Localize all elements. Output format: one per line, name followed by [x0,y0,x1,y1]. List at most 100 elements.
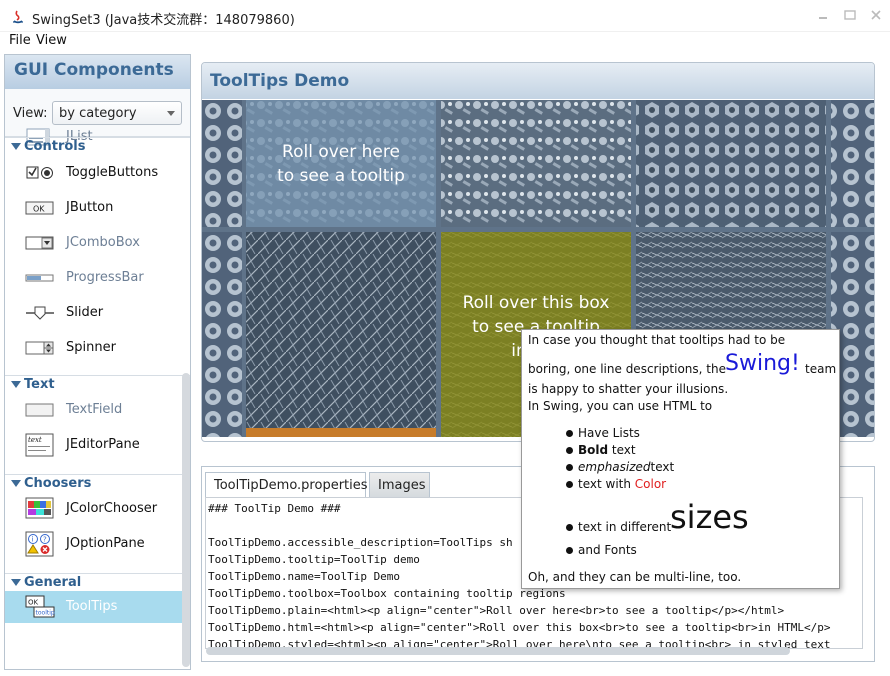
code-line: ToolTipDemo.tooltip=ToolTip demo [208,553,420,566]
code-line: ToolTipDemo.plain=<html><p align="center… [208,604,785,617]
svg-text:OK: OK [33,205,45,214]
category-label: General [24,575,82,590]
tooltip-text: Oh, and they can be multi-line, too. [528,570,742,584]
horizontal-scrollbar[interactable] [206,647,790,655]
tooltip-list-item: and Fonts [578,543,637,557]
java-app-icon [13,10,23,24]
tooltip-text: In Swing, you can use HTML to [528,399,713,413]
tree-item-togglebuttons[interactable]: ToggleButtons [5,157,182,189]
bullet-icon [566,524,573,531]
code-line: ToolTipDemo.toolbox=Toolbox containing t… [208,587,566,600]
tooltip-color-text: Color [634,477,667,491]
rollover-text-line: Roll over this box [462,293,610,313]
view-label: View: [13,106,48,121]
component-tree: JList Controls ToggleButtons OK JButton [5,128,190,669]
tree-item-label: TextField [66,402,123,417]
view-select-value: by category [59,106,137,121]
tree-item-jeditorpane[interactable]: text JEditorPane [5,429,182,461]
bullet-icon [566,430,573,437]
tooltip-icon: OK tooltip [25,595,55,618]
code-line: ToolTipDemo.accessible_description=ToolT… [208,536,513,549]
color-chooser-icon [25,497,54,519]
category-label: Text [24,377,55,392]
tree-item-joptionpane[interactable]: i ? JOptionPane [5,528,182,560]
expand-arrow-icon [11,143,21,150]
tooltip-list-text: text [650,460,675,474]
menu-bar: File View [0,32,890,52]
tree-item-jcolorchooser[interactable]: JColorChooser [5,493,182,525]
svg-text:tooltip: tooltip [36,610,55,617]
code-line: ToolTipDemo.name=ToolTip Demo [208,570,401,583]
bullet-icon [566,464,573,471]
navigator-title: GUI Components [14,60,174,80]
tab-properties[interactable]: ToolTipDemo.properties [205,472,368,497]
tree-item-label: JComboBox [66,235,140,250]
category-label: Controls [24,139,86,154]
tree-item-label: ProgressBar [66,270,144,285]
progress-bar-icon [25,274,54,282]
tooltip-bold-text: Bold [578,443,609,457]
tooltip-text: is happy to shatter your illusions. [528,382,729,396]
tree-item-textfield[interactable]: TextField [5,394,182,426]
component-navigator: GUI Components View: by category JList C… [4,54,191,670]
chevron-down-icon [167,111,175,116]
tree-item-label: JEditorPane [66,437,140,452]
expand-arrow-icon [11,579,21,586]
combobox-icon [25,236,54,250]
category-label: Choosers [24,476,92,491]
tree-item-jbutton[interactable]: OK JButton [5,192,182,224]
demo-title: ToolTips Demo [210,71,350,91]
svg-text:text: text [28,436,42,444]
close-icon[interactable] [868,8,884,22]
tree-item-slider[interactable]: Slider [5,297,182,329]
tree-item-tooltips[interactable]: OK tooltip ToolTips [5,591,182,623]
spinner-icon [25,341,54,355]
html-tooltip: In case you thought that tooltips had to… [521,329,840,589]
tree-item-label: JButton [66,200,114,215]
tree-category-general[interactable]: General [5,573,190,591]
tooltip-text: In case you thought that tooltips had to… [528,333,786,347]
tooltip-list-item: Bold text [578,443,636,457]
tooltip-list-item: emphasizedtext [578,460,674,474]
code-line: ### ToolTip Demo ### [208,502,341,515]
button-icon: OK [25,201,54,215]
maximize-icon[interactable] [842,8,858,22]
tree-category-choosers[interactable]: Choosers [5,474,190,492]
tooltip-list-item: Have Lists [578,426,640,440]
code-line: ToolTipDemo.html=<html><p align="center"… [208,621,831,634]
expand-arrow-icon [11,480,21,487]
tree-item-label: ToggleButtons [66,165,159,180]
menu-file[interactable]: File [9,33,31,48]
window-title: SwingSet3 (Java技术交流群：148079860) [32,13,295,28]
svg-text:OK: OK [28,599,39,607]
tree-item-jcombobox[interactable]: JComboBox [5,227,182,259]
tree-item-spinner[interactable]: Spinner [5,332,182,364]
tree-category-controls[interactable]: Controls [5,137,190,155]
vertical-scrollbar[interactable] [182,373,190,667]
tooltip-list-text: text [608,443,636,457]
slider-icon [26,306,54,320]
toggle-buttons-icon [26,166,53,179]
svg-text:?: ? [43,536,47,544]
option-pane-icon: i ? [25,531,54,557]
minimize-icon[interactable] [816,8,832,22]
tree-item-label: JColorChooser [66,501,158,516]
tree-item-label: ToolTips [66,599,118,614]
editor-pane-icon: text [25,433,54,457]
tooltip-text: boring, one line descriptions, the [528,362,726,376]
navigator-header: GUI Components [5,55,190,89]
menu-view[interactable]: View [36,33,67,48]
tree-item-progressbar[interactable]: ProgressBar [5,262,182,294]
rollover-region-plain[interactable]: Roll over here to see a tooltip [246,140,436,188]
rollover-text-line: Roll over here [282,142,400,162]
tree-item-label: JOptionPane [66,536,145,551]
bullet-icon [566,547,573,554]
tooltip-list-item: text with Color [578,477,666,491]
tree-category-text[interactable]: Text [5,375,190,393]
tab-images[interactable]: Images [369,472,430,497]
expand-arrow-icon [11,381,21,388]
tooltip-text: team [805,362,837,376]
title-bar: SwingSet3 (Java技术交流群：148079860) [0,0,890,32]
demo-header: ToolTips Demo [202,63,874,99]
tooltip-big-text: sizes [670,498,749,536]
